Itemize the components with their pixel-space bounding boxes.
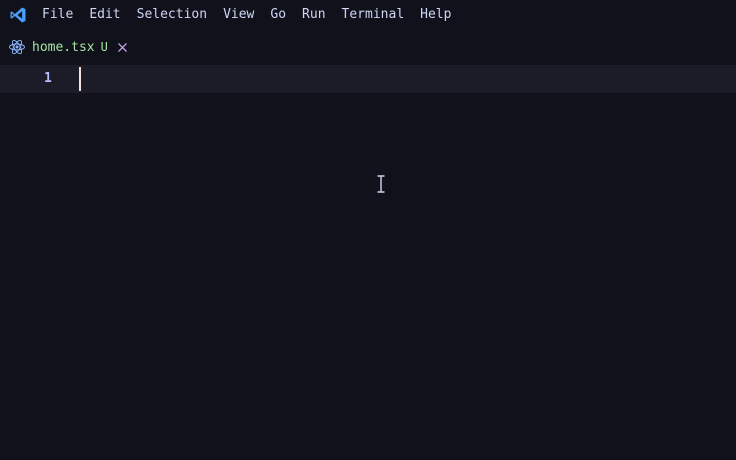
code-editor[interactable]: 1 bbox=[0, 64, 736, 460]
tab-home-tsx[interactable]: home.tsx U bbox=[0, 33, 138, 61]
menu-item-go[interactable]: Go bbox=[262, 0, 294, 30]
line-number: 1 bbox=[44, 71, 52, 86]
tab-label: home.tsx bbox=[32, 39, 95, 55]
close-icon[interactable] bbox=[116, 40, 130, 54]
tab-bar: home.tsx U bbox=[0, 33, 736, 61]
menu-item-view[interactable]: View bbox=[215, 0, 262, 30]
menu-item-file[interactable]: File bbox=[34, 0, 81, 30]
text-cursor bbox=[79, 67, 81, 91]
menu-item-help[interactable]: Help bbox=[412, 0, 459, 30]
tab-status-badge: U bbox=[100, 40, 108, 54]
title-bar: File Edit Selection View Go Run Terminal… bbox=[0, 0, 736, 30]
menu-item-edit[interactable]: Edit bbox=[81, 0, 128, 30]
vscode-logo-icon[interactable] bbox=[8, 5, 28, 25]
menu-bar: File Edit Selection View Go Run Terminal… bbox=[34, 0, 459, 30]
react-icon bbox=[8, 38, 26, 56]
menu-item-selection[interactable]: Selection bbox=[129, 0, 215, 30]
menu-item-run[interactable]: Run bbox=[294, 0, 333, 30]
menu-item-terminal[interactable]: Terminal bbox=[334, 0, 413, 30]
current-line-highlight bbox=[0, 65, 736, 93]
ibeam-cursor-icon bbox=[376, 175, 386, 193]
